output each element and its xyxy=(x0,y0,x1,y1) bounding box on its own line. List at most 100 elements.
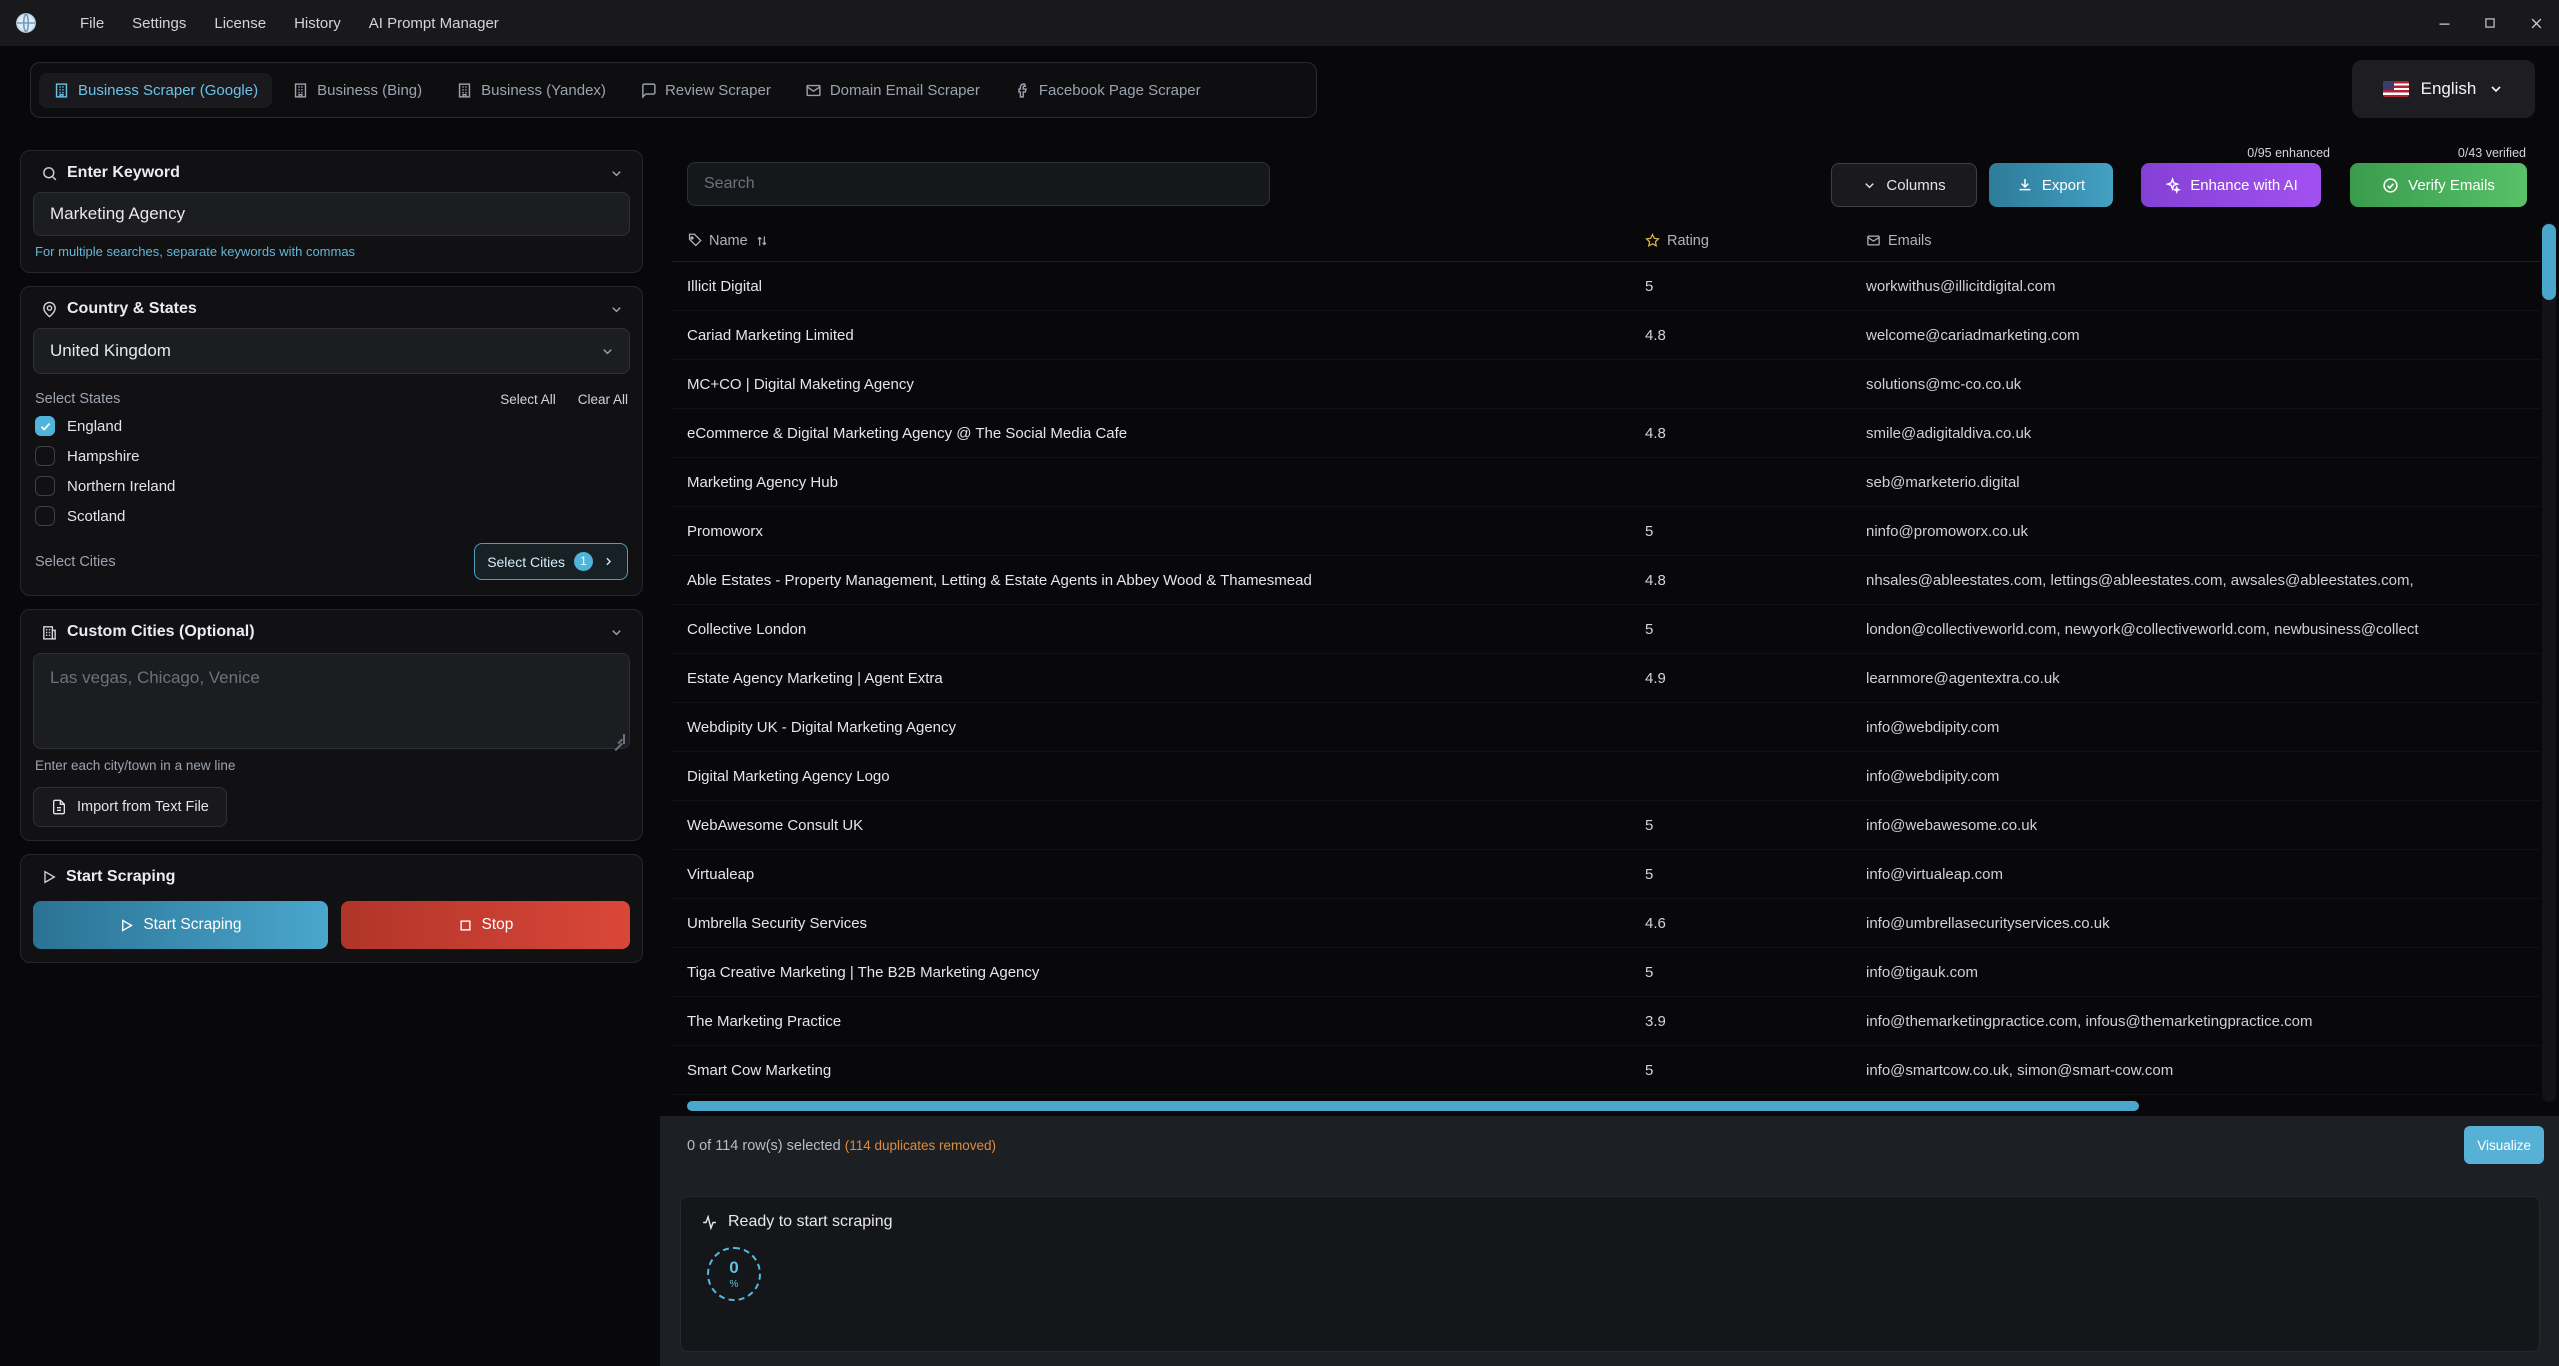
table-row[interactable]: Estate Agency Marketing | Agent Extra 4.… xyxy=(672,654,2541,703)
keyword-card: Enter Keyword For multiple searches, sep… xyxy=(20,150,643,273)
tab-facebook-page-scraper[interactable]: Facebook Page Scraper xyxy=(1000,73,1215,108)
column-header-emails[interactable]: Emails xyxy=(1866,233,2541,249)
vertical-scrollbar[interactable] xyxy=(2542,222,2556,1102)
column-header-rating[interactable]: Rating xyxy=(1645,233,1866,249)
table-row[interactable]: Virtualeap 5 info@virtualeap.com xyxy=(672,850,2541,899)
verified-count-label: 0/43 verified xyxy=(2436,146,2526,160)
cell-rating: 3.9 xyxy=(1645,1013,1866,1030)
minimize-button[interactable] xyxy=(2431,10,2457,36)
chevron-right-icon xyxy=(602,555,615,568)
sparkles-icon xyxy=(2164,177,2181,194)
chevron-down-icon[interactable] xyxy=(609,625,624,640)
tab-business-yandex[interactable]: Business (Yandex) xyxy=(442,73,620,108)
start-scraping-button[interactable]: Start Scraping xyxy=(33,901,328,949)
vertical-scrollbar-thumb[interactable] xyxy=(2542,224,2556,300)
tab-business-scraper-google[interactable]: Business Scraper (Google) xyxy=(39,73,272,108)
country-select[interactable]: United Kingdom xyxy=(33,328,630,374)
clear-all-link[interactable]: Clear All xyxy=(578,392,628,407)
stop-square-icon xyxy=(458,918,473,933)
cell-emails: info@themarketingpractice.com, infous@th… xyxy=(1866,1013,2541,1030)
table-footer-panel: 0 of 114 row(s) selected (114 duplicates… xyxy=(660,1116,2559,1366)
menu-history[interactable]: History xyxy=(280,9,355,38)
cell-name: Smart Cow Marketing xyxy=(687,1062,1645,1079)
sort-icon[interactable] xyxy=(755,234,769,248)
search-input[interactable] xyxy=(687,162,1270,206)
table-row[interactable]: Tiga Creative Marketing | The B2B Market… xyxy=(672,948,2541,997)
progress-circle: 0 % xyxy=(707,1247,761,1301)
table-row[interactable]: Able Estates - Property Management, Lett… xyxy=(672,556,2541,605)
state-checkbox-row[interactable]: Scotland xyxy=(33,501,630,531)
cell-emails: info@webdipity.com xyxy=(1866,719,2541,736)
country-selected-value: United Kingdom xyxy=(50,341,171,361)
cell-emails: learnmore@agentextra.co.uk xyxy=(1866,670,2541,687)
tab-review-scraper[interactable]: Review Scraper xyxy=(626,73,785,108)
import-from-text-file-button[interactable]: Import from Text File xyxy=(33,787,227,827)
activity-icon xyxy=(701,1214,718,1231)
table-row[interactable]: eCommerce & Digital Marketing Agency @ T… xyxy=(672,409,2541,458)
building-icon xyxy=(53,82,70,99)
language-selector[interactable]: English xyxy=(2352,60,2535,118)
chevron-down-icon[interactable] xyxy=(609,302,624,317)
checkbox-hampshire[interactable] xyxy=(35,446,55,466)
enhance-with-ai-button[interactable]: Enhance with AI xyxy=(2141,163,2321,207)
tab-business-bing[interactable]: Business (Bing) xyxy=(278,73,436,108)
chevron-down-icon[interactable] xyxy=(609,166,624,181)
table-row[interactable]: Illicit Digital 5 workwithus@illicitdigi… xyxy=(672,262,2541,311)
menu-settings[interactable]: Settings xyxy=(118,9,200,38)
visualize-button[interactable]: Visualize xyxy=(2464,1126,2544,1164)
table-row[interactable]: Umbrella Security Services 4.6 info@umbr… xyxy=(672,899,2541,948)
cell-emails: smile@adigitaldiva.co.uk xyxy=(1866,425,2541,442)
state-checkbox-row[interactable]: England xyxy=(33,411,630,441)
columns-button[interactable]: Columns xyxy=(1831,163,1977,207)
state-label: England xyxy=(67,418,122,435)
export-button-label: Export xyxy=(2042,177,2085,194)
state-checkbox-row[interactable]: Northern Ireland xyxy=(33,471,630,501)
maximize-button[interactable] xyxy=(2477,10,2503,36)
export-button[interactable]: Export xyxy=(1989,163,2113,207)
resize-grip[interactable] xyxy=(615,734,625,744)
table-row[interactable]: Webdipity UK - Digital Marketing Agency … xyxy=(672,703,2541,752)
table-row[interactable]: The Marketing Practice 3.9 info@themarke… xyxy=(672,997,2541,1046)
checkbox-england[interactable] xyxy=(35,416,55,436)
checkbox-northern-ireland[interactable] xyxy=(35,476,55,496)
stop-button[interactable]: Stop xyxy=(341,901,630,949)
menu-license[interactable]: License xyxy=(200,9,280,38)
tab-domain-email-scraper[interactable]: Domain Email Scraper xyxy=(791,73,994,108)
close-button[interactable] xyxy=(2523,10,2549,36)
cell-name: Tiga Creative Marketing | The B2B Market… xyxy=(687,964,1645,981)
select-all-link[interactable]: Select All xyxy=(500,392,556,407)
cell-rating: 5 xyxy=(1645,866,1866,883)
table-row[interactable]: Marketing Agency Hub seb@marketerio.digi… xyxy=(672,458,2541,507)
start-scraping-card: Start Scraping Start Scraping Stop xyxy=(20,854,643,963)
select-states-label: Select States xyxy=(35,391,478,407)
cell-name: eCommerce & Digital Marketing Agency @ T… xyxy=(687,425,1645,442)
checkbox-scotland[interactable] xyxy=(35,506,55,526)
menu-file[interactable]: File xyxy=(66,9,118,38)
custom-cities-helper: Enter each city/town in a new line xyxy=(35,758,628,773)
country-card-title: Country & States xyxy=(67,300,197,318)
table-row[interactable]: Smart Cow Marketing 5 info@smartcow.co.u… xyxy=(672,1046,2541,1095)
cell-rating: 4.8 xyxy=(1645,327,1866,344)
table-row[interactable]: MC+CO | Digital Maketing Agency solution… xyxy=(672,360,2541,409)
table-row[interactable]: Promoworx 5 ninfo@promoworx.co.uk xyxy=(672,507,2541,556)
cell-emails: solutions@mc-co.co.uk xyxy=(1866,376,2541,393)
play-icon xyxy=(119,918,134,933)
duplicates-removed-text: (114 duplicates removed) xyxy=(845,1138,996,1153)
cell-rating: 5 xyxy=(1645,1062,1866,1079)
buildings-icon xyxy=(41,624,58,641)
custom-cities-textarea[interactable]: Las vegas, Chicago, Venice xyxy=(33,653,630,749)
state-checkbox-row[interactable]: Hampshire xyxy=(33,441,630,471)
chat-bubble-icon xyxy=(640,82,657,99)
table-row[interactable]: WebAwesome Consult UK 5 info@webawesome.… xyxy=(672,801,2541,850)
horizontal-scrollbar-thumb[interactable] xyxy=(687,1101,2139,1111)
table-row[interactable]: Digital Marketing Agency Logo info@webdi… xyxy=(672,752,2541,801)
menu-ai-prompt-manager[interactable]: AI Prompt Manager xyxy=(355,9,513,38)
select-cities-button[interactable]: Select Cities 1 xyxy=(474,543,628,580)
search-icon xyxy=(41,165,58,182)
file-text-icon xyxy=(51,799,67,815)
keyword-input[interactable] xyxy=(33,192,630,236)
table-row[interactable]: Collective London 5 london@collectivewor… xyxy=(672,605,2541,654)
verify-emails-button[interactable]: Verify Emails xyxy=(2350,163,2527,207)
table-row[interactable]: Cariad Marketing Limited 4.8 welcome@car… xyxy=(672,311,2541,360)
column-header-name[interactable]: Name xyxy=(687,233,1645,249)
